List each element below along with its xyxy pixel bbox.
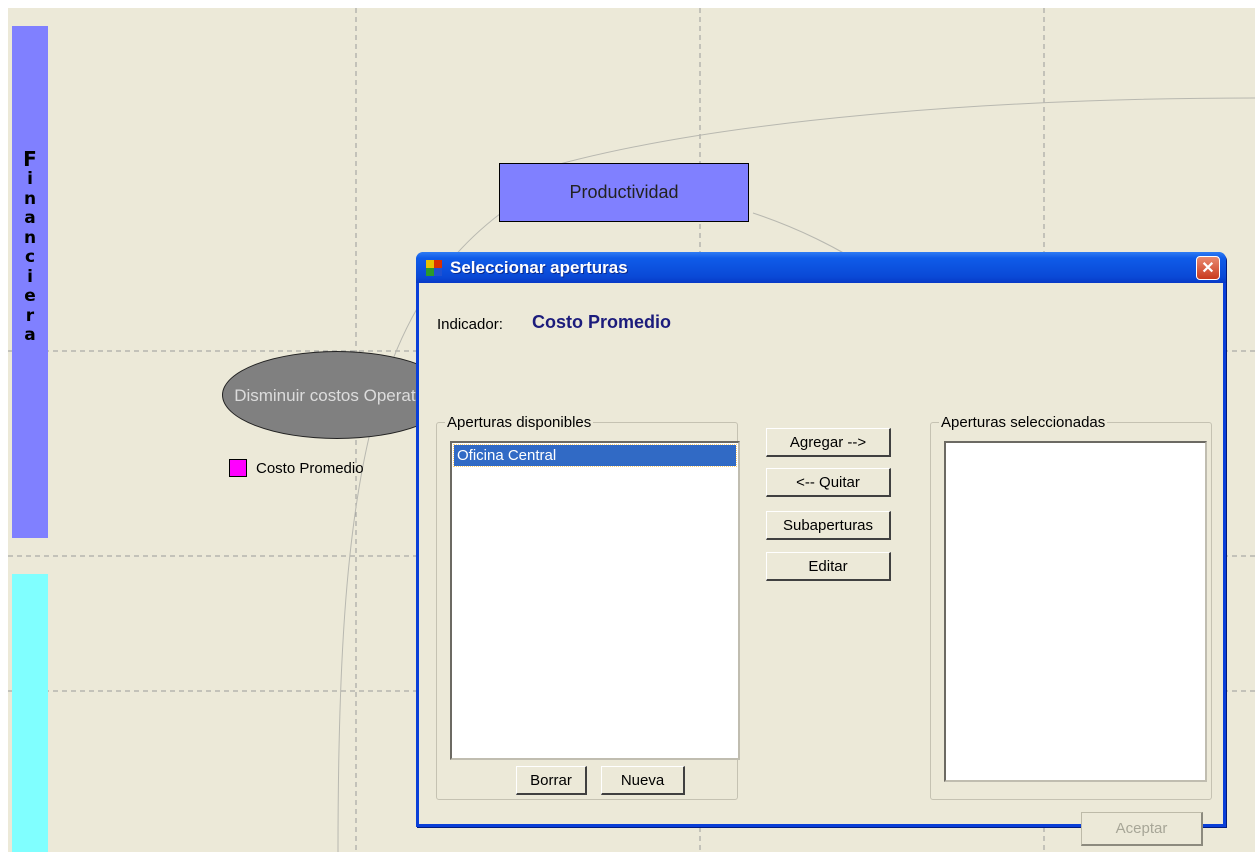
perspective-letter: a (24, 325, 36, 345)
borrar-button[interactable]: Borrar (516, 766, 587, 795)
indicator-legend-item[interactable]: Costo Promedio (229, 459, 364, 477)
subaperturas-button[interactable]: Subaperturas (766, 511, 891, 540)
perspective-letter: i (27, 266, 33, 287)
app-icon (426, 259, 442, 276)
perspective-letter: r (25, 305, 35, 326)
indicator-legend-label: Costo Promedio (256, 459, 364, 477)
dialog-titlebar[interactable]: Seleccionar aperturas ✕ (416, 252, 1226, 283)
objective-label: Disminuir costos Operativos (234, 385, 446, 405)
editar-button[interactable]: Editar (766, 552, 891, 581)
objective-label: Productividad (569, 182, 679, 202)
perspective-letter: n (23, 227, 37, 248)
perspective-letter: F (23, 147, 37, 171)
aceptar-button[interactable]: Aceptar (1081, 812, 1203, 846)
perspective-financiera[interactable]: Financiera (12, 26, 48, 538)
perspective-letter: i (27, 169, 33, 189)
list-item[interactable]: Oficina Central (453, 444, 737, 467)
perspective-letter: n (23, 188, 37, 209)
perspective-band-cyan[interactable] (12, 574, 48, 852)
selected-aperturas-title: Aperturas seleccionadas (941, 414, 1106, 431)
indicator-value: Costo Promedio (532, 312, 672, 332)
nueva-button[interactable]: Nueva (601, 766, 685, 795)
quitar-button[interactable]: <-- Quitar (766, 468, 891, 497)
close-button[interactable]: ✕ (1196, 255, 1220, 280)
seleccionar-aperturas-dialog: Seleccionar aperturas ✕ Indicador: Costo… (416, 252, 1226, 846)
indicator-color-swatch (229, 459, 247, 477)
dialog-title: Seleccionar aperturas (450, 257, 628, 277)
perspective-letter: a (24, 208, 36, 228)
available-aperturas-list[interactable]: Oficina Central (450, 441, 740, 760)
indicator-label: Indicador: (437, 316, 503, 333)
available-aperturas-title: Aperturas disponibles (447, 414, 592, 431)
objective-productividad[interactable]: Productividad (499, 163, 749, 222)
perspective-letter: c (24, 247, 36, 267)
perspective-letter: e (24, 286, 36, 306)
selected-aperturas-list[interactable] (944, 441, 1207, 782)
dialog-client-area: Indicador: Costo Promedio Aperturas disp… (419, 283, 1223, 846)
agregar-button[interactable]: Agregar --> (766, 428, 891, 457)
